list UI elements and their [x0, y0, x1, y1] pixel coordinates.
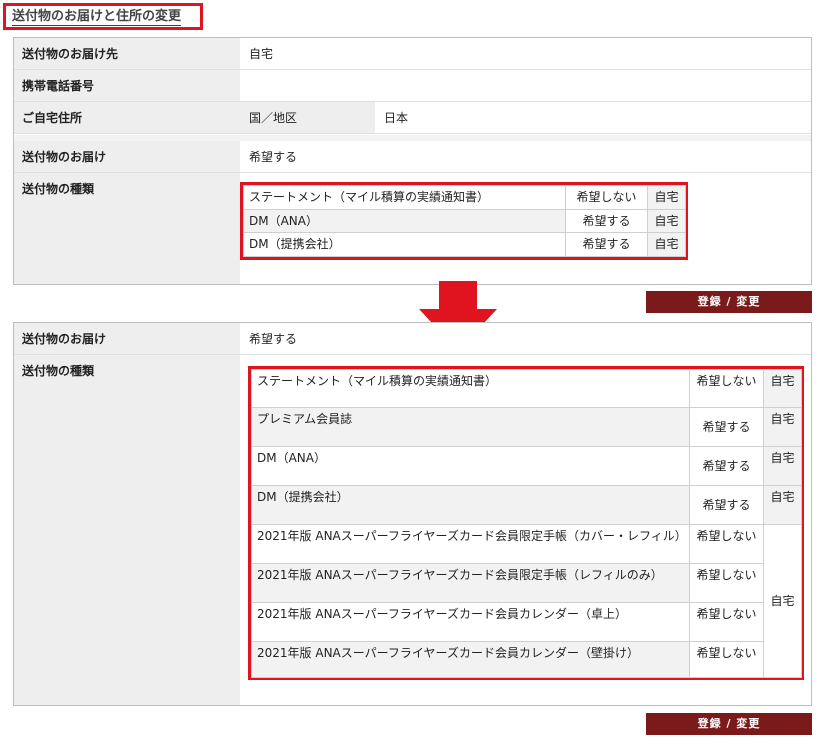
register-change-button-1[interactable]: 登録 / 変更: [646, 291, 812, 313]
page-title: 送付物のお届けと住所の変更: [3, 3, 203, 30]
table-row: DM（提携会社） 希望する 自宅: [243, 232, 686, 257]
type-answer: 希望しない: [689, 524, 764, 564]
table-row: 2021年版 ANAスーパーフライヤーズカード会員限定手帳（レフィルのみ） 希望…: [251, 563, 802, 603]
type-name: 2021年版 ANAスーパーフライヤーズカード会員限定手帳（カバー・レフィル）: [251, 524, 690, 564]
table-row: DM（ANA） 希望する 自宅: [251, 446, 802, 486]
register-change-button-2[interactable]: 登録 / 変更: [646, 713, 812, 735]
before-types-table: ステートメント（マイル積算の実績通知書） 希望しない 自宅 DM（ANA） 希望…: [243, 185, 686, 257]
type-answer: 希望する: [689, 407, 764, 447]
type-name: 2021年版 ANAスーパーフライヤーズカード会員カレンダー（卓上）: [251, 602, 690, 642]
table-row: プレミアム会員誌 希望する 自宅: [251, 407, 802, 447]
label-home-address: ご自宅住所: [14, 102, 240, 133]
row-delivery-to: 送付物のお届け先 自宅: [14, 38, 811, 70]
label-types: 送付物の種類: [14, 355, 240, 705]
table-row: 2021年版 ANAスーパーフライヤーズカード会員限定手帳（カバー・レフィル） …: [251, 524, 802, 678]
row-delivery-after: 送付物のお届け 希望する: [14, 323, 811, 355]
type-answer: 希望しない: [565, 185, 648, 210]
row-delivery: 送付物のお届け 希望する: [14, 141, 811, 173]
label-delivery-to: 送付物のお届け先: [14, 38, 240, 69]
type-answer: 希望する: [565, 232, 648, 257]
type-name: DM（提携会社）: [243, 232, 566, 257]
value-delivery-to: 自宅: [249, 47, 274, 61]
table-row: 2021年版 ANAスーパーフライヤーズカード会員カレンダー（卓上） 希望しない: [251, 602, 802, 642]
type-dest-merged: 自宅: [763, 524, 802, 678]
table-row: ステートメント（マイル積算の実績通知書） 希望しない 自宅: [251, 369, 802, 408]
value-delivery: 希望する: [249, 332, 298, 346]
type-dest: 自宅: [763, 485, 802, 525]
type-answer: 希望する: [689, 446, 764, 486]
type-dest: 自宅: [647, 232, 686, 257]
table-row: ステートメント（マイル積算の実績通知書） 希望しない 自宅: [243, 185, 686, 210]
table-row: 2021年版 ANAスーパーフライヤーズカード会員カレンダー（壁掛け） 希望しな…: [251, 641, 802, 678]
value-country: 日本: [384, 111, 409, 125]
type-dest: 自宅: [763, 369, 802, 408]
label-mobile: 携帯電話番号: [14, 70, 240, 101]
after-types-highlight: ステートメント（マイル積算の実績通知書） 希望しない 自宅 プレミアム会員誌 希…: [248, 366, 804, 680]
type-name: DM（提携会社）: [251, 485, 690, 525]
after-types-table: ステートメント（マイル積算の実績通知書） 希望しない 自宅 プレミアム会員誌 希…: [251, 369, 802, 678]
type-name: ステートメント（マイル積算の実績通知書）: [251, 369, 690, 408]
type-dest: 自宅: [647, 208, 686, 234]
type-dest: 自宅: [647, 185, 686, 210]
type-dest: 自宅: [763, 407, 802, 447]
page-title-text: 送付物のお届けと住所の変更: [12, 9, 182, 26]
type-answer: 希望しない: [689, 641, 764, 678]
label-delivery: 送付物のお届け: [14, 141, 240, 172]
table-row: DM（提携会社） 希望する 自宅: [251, 485, 802, 525]
label-delivery: 送付物のお届け: [14, 323, 240, 354]
value-delivery: 希望する: [249, 150, 298, 164]
type-name: 2021年版 ANAスーパーフライヤーズカード会員限定手帳（レフィルのみ）: [251, 563, 690, 603]
type-name: DM（ANA）: [251, 446, 690, 486]
type-answer: 希望する: [689, 485, 764, 525]
type-answer: 希望しない: [689, 369, 764, 408]
type-name: 2021年版 ANAスーパーフライヤーズカード会員カレンダー（壁掛け）: [251, 641, 690, 678]
row-mobile: 携帯電話番号: [14, 70, 811, 102]
before-types-highlight: ステートメント（マイル積算の実績通知書） 希望しない 自宅 DM（ANA） 希望…: [240, 182, 688, 260]
table-row: DM（ANA） 希望する 自宅: [243, 208, 686, 234]
type-answer: 希望する: [565, 208, 648, 234]
label-types: 送付物の種類: [14, 173, 240, 284]
type-answer: 希望しない: [689, 563, 764, 603]
row-home-address: ご自宅住所 国／地区 日本: [14, 102, 811, 134]
type-answer: 希望しない: [689, 602, 764, 642]
type-name: プレミアム会員誌: [251, 407, 690, 447]
type-name: DM（ANA）: [243, 208, 566, 234]
type-name: ステートメント（マイル積算の実績通知書）: [243, 185, 566, 210]
sub-label-country: 国／地区: [249, 111, 298, 125]
type-dest: 自宅: [763, 446, 802, 486]
